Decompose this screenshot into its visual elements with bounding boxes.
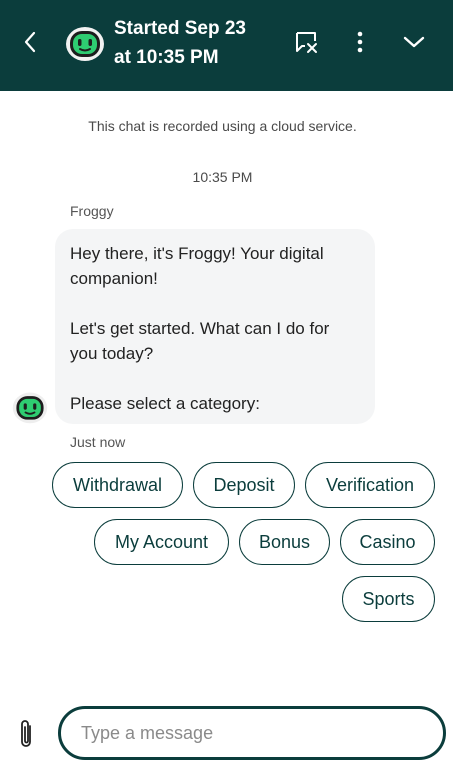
- more-options-button[interactable]: [345, 24, 375, 60]
- title-line-1: Started Sep 23: [114, 18, 246, 39]
- end-chat-button[interactable]: [288, 24, 324, 60]
- message-paragraph: Hey there, it's Froggy! Your digital com…: [70, 244, 324, 288]
- sender-name: Froggy: [70, 203, 114, 219]
- bot-avatar-icon: [66, 27, 104, 61]
- quick-reply-my-account[interactable]: My Account: [94, 519, 229, 565]
- message-input[interactable]: [81, 709, 421, 757]
- recording-notice: This chat is recorded using a cloud serv…: [88, 118, 357, 134]
- message-input-container: [58, 706, 446, 760]
- chat-title: Started Sep 23 at 10:35 PM: [114, 14, 284, 72]
- attach-button[interactable]: [12, 716, 40, 752]
- quick-reply-bonus[interactable]: Bonus: [239, 519, 330, 565]
- message-paragraph: Let's get started. What can I do for you…: [70, 319, 330, 363]
- message-meta: Just now: [70, 434, 126, 450]
- title-line-2: at 10:35 PM: [114, 47, 219, 68]
- quick-reply-deposit[interactable]: Deposit: [193, 462, 295, 508]
- minimize-button[interactable]: [396, 24, 432, 60]
- quick-reply-sports[interactable]: Sports: [342, 576, 435, 622]
- message-bubble: Hey there, it's Froggy! Your digital com…: [55, 229, 375, 424]
- quick-reply-casino[interactable]: Casino: [340, 519, 435, 565]
- chat-timestamp: 10:35 PM: [192, 169, 253, 185]
- paperclip-icon: [21, 720, 31, 747]
- message-paragraph: Please select a category:: [70, 394, 260, 413]
- more-vertical-icon: [357, 31, 363, 53]
- end-chat-icon: [296, 32, 317, 53]
- quick-reply-withdrawal[interactable]: Withdrawal: [52, 462, 183, 508]
- quick-reply-verification[interactable]: Verification: [305, 462, 435, 508]
- back-button[interactable]: [14, 26, 46, 58]
- chevron-down-icon: [403, 36, 425, 48]
- bot-avatar-icon: [12, 392, 48, 424]
- chat-header: Started Sep 23 at 10:35 PM: [0, 0, 453, 91]
- back-icon: [24, 31, 36, 53]
